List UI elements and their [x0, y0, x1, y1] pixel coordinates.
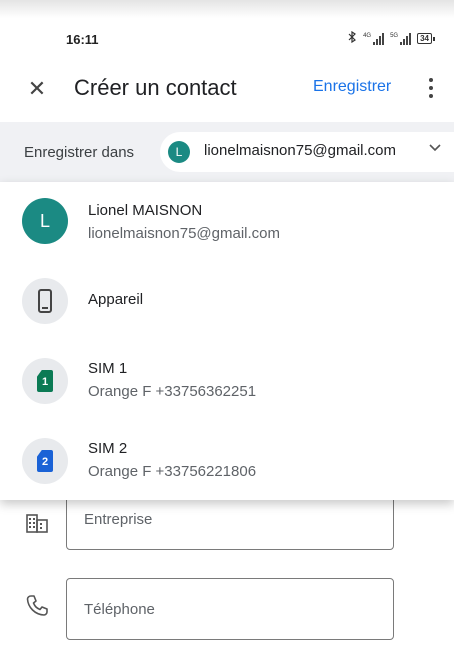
- account-name: Appareil: [88, 291, 144, 308]
- sim-card-icon: 2: [22, 438, 68, 484]
- save-button[interactable]: Enregistrer: [313, 78, 391, 96]
- account-detail: Orange F +33756221806: [88, 463, 257, 480]
- avatar: L: [22, 198, 68, 244]
- account-email: lionelmaisnon75@gmail.com: [204, 142, 396, 159]
- account-option-google[interactable]: L Lionel MAISNON lionelmaisnon75@gmail.c…: [0, 182, 454, 260]
- signal-4g-icon: 4G: [363, 32, 385, 45]
- account-dropdown: L Lionel MAISNON lionelmaisnon75@gmail.c…: [0, 182, 454, 500]
- account-option-sim2[interactable]: 2 SIM 2 Orange F +33756221806: [0, 422, 454, 500]
- page-title: Créer un contact: [74, 75, 237, 100]
- signal-5g-icon: 5G: [390, 32, 412, 45]
- phone-icon: [22, 278, 68, 324]
- network-label: 5G: [390, 32, 399, 39]
- account-detail: Orange F +33756362251: [88, 383, 257, 400]
- business-icon: [26, 512, 50, 536]
- phone-row: [0, 578, 454, 642]
- more-vert-icon[interactable]: [424, 76, 438, 100]
- phone-handset-icon: [26, 594, 50, 618]
- account-detail: lionelmaisnon75@gmail.com: [88, 225, 280, 242]
- status-icons: 4G 5G 34: [348, 30, 435, 46]
- sim-card-icon: 1: [22, 358, 68, 404]
- account-option-sim1[interactable]: 1 SIM 1 Orange F +33756362251: [0, 342, 454, 420]
- account-name: SIM 1: [88, 360, 128, 377]
- bluetooth-icon: [348, 30, 357, 46]
- battery-icon: 34: [417, 33, 435, 44]
- save-in-label: Enregistrer dans: [24, 144, 135, 161]
- chevron-down-icon: [428, 140, 442, 157]
- account-selector[interactable]: L lionelmaisnon75@gmail.com: [160, 132, 454, 172]
- status-bar: 16:11 4G 5G 34: [0, 22, 454, 56]
- account-name: Lionel MAISNON: [88, 202, 203, 219]
- phone-field[interactable]: [66, 578, 394, 640]
- close-icon[interactable]: ✕: [22, 74, 52, 104]
- app-bar: ✕ Créer un contact Enregistrer: [0, 62, 454, 114]
- account-option-device[interactable]: Appareil: [0, 262, 454, 340]
- status-time: 16:11: [66, 32, 99, 47]
- save-in-bar: Enregistrer dans L lionelmaisnon75@gmail…: [0, 122, 454, 182]
- account-name: SIM 2: [88, 440, 128, 457]
- network-label: 4G: [363, 32, 372, 39]
- top-fade: [0, 0, 454, 18]
- account-avatar: L: [168, 141, 190, 163]
